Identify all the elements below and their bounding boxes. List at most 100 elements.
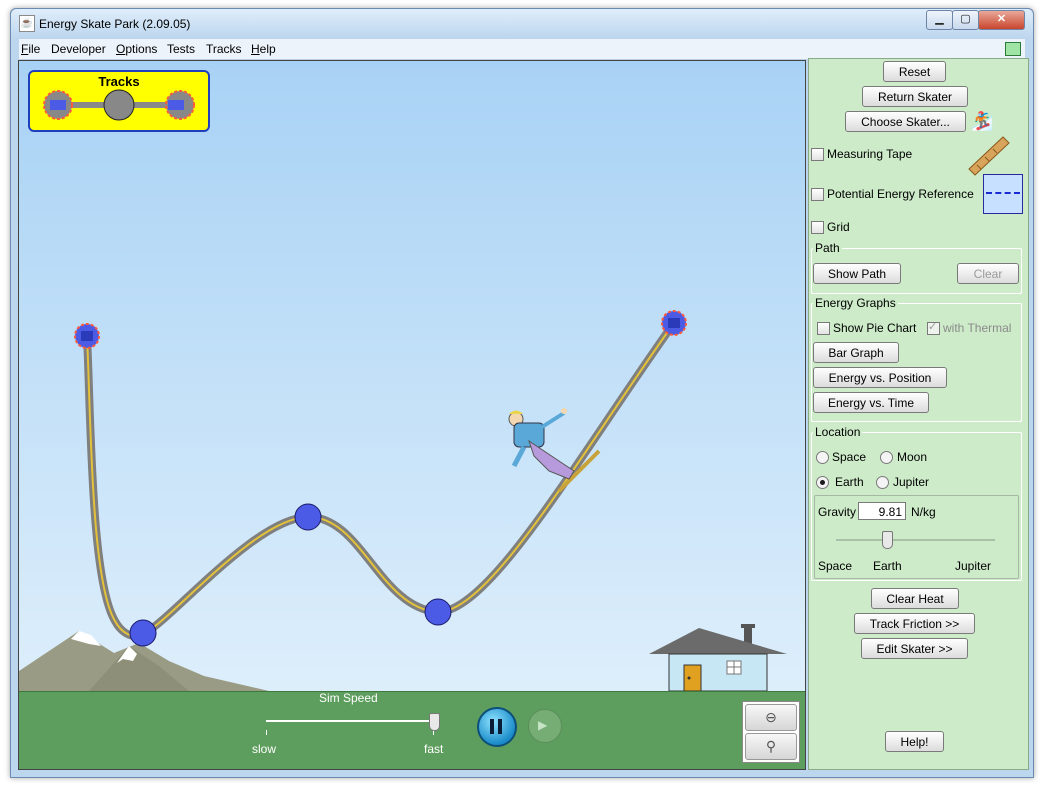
gravity-slider-track[interactable]: [836, 539, 995, 541]
energy-vs-position-button[interactable]: Energy vs. Position: [813, 367, 947, 388]
sim-speed-slider-track[interactable]: [266, 720, 438, 722]
house: [649, 624, 787, 692]
track-centerline: [86, 322, 675, 638]
location-moon-radio[interactable]: [880, 451, 893, 464]
sim-speed-slow-label: slow: [252, 742, 277, 756]
gravity-slider-jupiter-label: Jupiter: [955, 559, 992, 573]
menu-options[interactable]: Options: [116, 42, 157, 56]
menu-options-mnemonic: O: [116, 42, 126, 56]
minimize-button[interactable]: ▁: [926, 10, 953, 30]
location-space-radio[interactable]: [816, 451, 829, 464]
menu-tests-label: Tests: [167, 42, 196, 56]
sim-speed-tick: [266, 730, 267, 735]
sim-speed-label: Sim Speed: [319, 691, 378, 705]
gravity-slider-earth-label: Earth: [873, 559, 902, 573]
skater-icon: 🏂: [971, 111, 994, 131]
with-thermal-checkbox[interactable]: [927, 320, 940, 335]
gravity-input[interactable]: 9.81: [858, 502, 906, 520]
menu-help-label: elp: [259, 42, 276, 56]
pe-reference-dashed-line: [986, 192, 1020, 194]
location-jupiter-radio[interactable]: [876, 476, 889, 489]
track[interactable]: [83, 320, 678, 641]
show-path-button[interactable]: Show Path: [813, 263, 901, 284]
template-endpoint-handle: [50, 100, 66, 110]
menu-developer-label: Developer: [51, 42, 106, 56]
track-template[interactable]: [30, 72, 208, 130]
step-button[interactable]: ▶: [528, 709, 562, 743]
gravity-label: Gravity: [818, 505, 857, 519]
menu-tests[interactable]: Tests: [167, 42, 195, 56]
zoom-controls: ⊖ ⚲: [742, 701, 800, 763]
menu-tracks[interactable]: Tracks: [206, 42, 242, 56]
pe-reference-icon: [983, 174, 1023, 214]
help-button[interactable]: Help!: [885, 731, 944, 752]
menu-help[interactable]: Help: [251, 42, 276, 56]
tracks-palette[interactable]: Tracks: [28, 70, 210, 132]
menu-developer[interactable]: Developer: [51, 42, 106, 56]
menu-options-label: ptions: [125, 42, 158, 56]
title-bar: ☕ Energy Skate Park (2.09.05) ▁ ▢ ✕: [11, 9, 1033, 39]
pause-icon-bar: [498, 719, 502, 734]
measuring-tape-label: Measuring Tape: [827, 147, 913, 161]
java-app-icon: ☕: [19, 15, 35, 32]
grid-label: Grid: [827, 220, 850, 234]
gravity-slider-space-label: Space: [818, 559, 853, 573]
menu-help-mnemonic: H: [251, 42, 260, 56]
location-space-label: Space: [832, 450, 867, 464]
bar-graph-button[interactable]: Bar Graph: [813, 342, 899, 363]
location-jupiter-label: Jupiter: [893, 475, 930, 489]
pause-button[interactable]: [477, 707, 517, 747]
track-control-point[interactable]: [294, 503, 322, 531]
ruler-icon: [968, 136, 1010, 176]
clear-heat-button[interactable]: Clear Heat: [871, 588, 959, 609]
simulation-canvas[interactable]: Tracks Sim Speed slow fast ▶ ⊖ ⚲: [18, 60, 806, 770]
template-endpoint-handle: [168, 100, 184, 110]
edit-skater-button[interactable]: Edit Skater >>: [861, 638, 968, 659]
zoom-in-button[interactable]: ⊖: [745, 704, 797, 731]
pe-reference-checkbox[interactable]: [811, 188, 824, 201]
step-forward-icon: ▶: [538, 718, 548, 732]
track-control-point[interactable]: [129, 619, 157, 647]
menu-bar: File Developer Options Tests Tracks Help: [19, 39, 1025, 60]
location-earth-radio[interactable]: [816, 476, 829, 489]
pause-icon: [490, 719, 494, 734]
track-endpoint-right-handle: [668, 318, 680, 328]
track-friction-button[interactable]: Track Friction >>: [854, 613, 975, 634]
close-button[interactable]: ✕: [978, 10, 1025, 30]
return-skater-button[interactable]: Return Skater: [862, 86, 968, 107]
gravity-unit: N/kg: [911, 505, 936, 519]
ground: [19, 691, 805, 769]
sim-speed-fast-label: fast: [424, 742, 444, 756]
window-title: Energy Skate Park (2.09.05): [39, 17, 191, 31]
location-moon-label: Moon: [897, 450, 928, 464]
energy-vs-time-button[interactable]: Energy vs. Time: [813, 392, 929, 413]
show-pie-chart-label: Show Pie Chart: [833, 321, 917, 335]
gravity-slider-thumb[interactable]: [882, 531, 893, 549]
control-panel: Reset Return Skater Choose Skater... 🏂 M…: [808, 58, 1029, 770]
grid-checkbox[interactable]: [811, 221, 824, 234]
show-pie-chart-checkbox[interactable]: [817, 322, 830, 335]
location-earth-label: Earth: [835, 475, 864, 489]
maximize-button[interactable]: ▢: [952, 10, 979, 30]
window-restore-icon[interactable]: [1005, 42, 1021, 56]
menu-tracks-label: Tracks: [206, 42, 242, 56]
reset-button[interactable]: Reset: [883, 61, 946, 82]
magnifier-minus-icon: ⊖: [765, 709, 777, 725]
sim-speed-slider-thumb[interactable]: [429, 713, 440, 731]
path-group-title: Path: [813, 241, 842, 255]
with-thermal-label: with Thermal: [943, 321, 1012, 335]
zoom-out-button[interactable]: ⚲: [745, 733, 797, 760]
pe-reference-label: Potential Energy Reference: [827, 187, 974, 201]
measuring-tape-checkbox[interactable]: [811, 148, 824, 161]
clear-path-button[interactable]: Clear: [957, 263, 1019, 284]
template-control-point: [103, 89, 135, 121]
track-endpoint-left-handle: [81, 331, 93, 341]
scene-graphics: [19, 310, 787, 692]
energy-graphs-title: Energy Graphs: [813, 296, 898, 310]
menu-file[interactable]: File: [21, 42, 40, 56]
magnifier-icon: ⚲: [765, 738, 777, 754]
location-title: Location: [813, 425, 863, 439]
menu-file-label: ile: [28, 42, 41, 56]
track-control-point[interactable]: [424, 598, 452, 626]
choose-skater-button[interactable]: Choose Skater...: [845, 111, 966, 132]
